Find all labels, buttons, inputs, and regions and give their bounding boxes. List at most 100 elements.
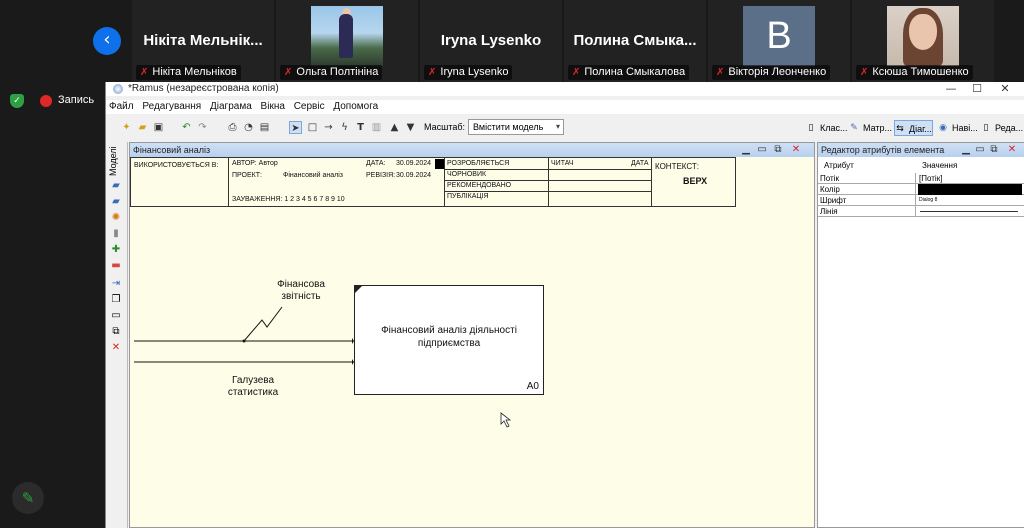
box-tool-icon[interactable]: □: [306, 121, 319, 134]
add-icon[interactable]: ✚: [110, 244, 122, 256]
attribute-table: Атрибут Значення Потік [Потік] Колір Шри…: [818, 159, 1024, 217]
pointer-tool-icon[interactable]: ➤: [289, 121, 302, 134]
menu-edit[interactable]: Редагування: [142, 101, 201, 112]
link-icon[interactable]: ⇥: [110, 278, 122, 290]
windows-icon[interactable]: ❐: [110, 294, 122, 306]
go-down-icon[interactable]: ▼: [404, 121, 417, 134]
grid-tool-icon[interactable]: ▥: [370, 121, 383, 134]
panel-undock-icon[interactable]: ⧉: [772, 144, 784, 155]
attribute-row-line[interactable]: Лінія: [818, 206, 1024, 217]
menu-service[interactable]: Сервіс: [294, 101, 325, 112]
participant-tile[interactable]: Iryna Lysenko ✗ Iryna Lysenko: [420, 0, 562, 84]
ramus-window: *Ramus (незареєстрована копія) — ☐ ✕ Фай…: [105, 82, 1024, 528]
tab-editor[interactable]: ▯ Реда...: [981, 120, 1024, 136]
menu-bar: Файл Редагування Діаграма Вікна Сервіс Д…: [106, 100, 1024, 114]
settings-icon[interactable]: ✺: [110, 212, 122, 224]
menu-help[interactable]: Допомога: [333, 101, 378, 112]
participant-tile[interactable]: Полина Смыка... ✗ Полина Смыкалова: [564, 0, 706, 84]
tab-classes[interactable]: ▯ Клас...: [806, 120, 848, 136]
panel-minimize-icon[interactable]: ▁: [740, 144, 752, 155]
panel-minimize-icon[interactable]: ▁: [960, 144, 972, 155]
participant-label: ✗ Ольга Полтініна: [280, 65, 383, 80]
annotate-pencil-icon[interactable]: ✎: [12, 482, 44, 514]
panel-close-icon[interactable]: ✕: [790, 144, 802, 155]
menu-file[interactable]: Файл: [109, 101, 134, 112]
save-icon[interactable]: ▣: [152, 121, 165, 134]
open-model-icon[interactable]: ▰: [110, 180, 122, 192]
mic-muted-icon: ✗: [716, 67, 725, 78]
line-style-value[interactable]: [918, 206, 1022, 217]
print-preview-icon[interactable]: ◔: [242, 121, 255, 134]
remove-icon[interactable]: ▬: [110, 260, 122, 272]
matrix-icon: ✎: [850, 123, 858, 133]
participant-tile[interactable]: В ✗ Вікторія Леонченко: [708, 0, 850, 84]
attribute-row-flow[interactable]: Потік [Потік]: [818, 173, 1024, 184]
attribute-panel-title: Редактор атрибутів елемента: [821, 145, 945, 155]
chevron-down-icon: ▾: [555, 122, 560, 131]
window-icon[interactable]: ▭: [110, 310, 122, 322]
mic-muted-icon: ✗: [860, 67, 869, 78]
panel-maximize-icon[interactable]: ▭: [974, 144, 986, 155]
page-setup-icon[interactable]: ▤: [258, 121, 271, 134]
record-label[interactable]: Запись: [58, 94, 94, 106]
print-icon[interactable]: ⎙: [226, 121, 239, 134]
save-model-icon[interactable]: ▰: [110, 196, 122, 208]
attribute-table-header: Атрибут Значення: [818, 159, 1024, 173]
mic-muted-icon: ✗: [284, 67, 293, 78]
open-folder-icon[interactable]: ▰: [136, 121, 149, 134]
delete-icon[interactable]: ▮: [110, 228, 122, 240]
maximize-icon[interactable]: ☐: [964, 82, 990, 96]
tab-matrix[interactable]: ✎ Матр...: [849, 120, 892, 136]
models-panel-label[interactable]: Моделі: [108, 146, 124, 176]
attribute-editor-panel: Редактор атрибутів елемента ▁ ▭ ⧉ ✕ Атри…: [817, 142, 1024, 528]
record-icon[interactable]: [40, 95, 52, 107]
zoom-label: Масштаб:: [424, 122, 466, 132]
new-icon[interactable]: ✦: [120, 121, 133, 134]
minimize-icon[interactable]: —: [938, 82, 964, 96]
arrow-financial-reports[interactable]: [134, 306, 354, 344]
zoom-select[interactable]: Вмістити модель ▾: [468, 119, 564, 135]
text-tool-icon[interactable]: T: [354, 121, 367, 134]
mic-muted-icon: ✗: [140, 67, 149, 78]
arrow-industry-statistics[interactable]: [134, 359, 354, 365]
participant-video: [311, 6, 383, 66]
back-arrow-icon[interactable]: ‹: [93, 27, 121, 55]
window-title: *Ramus (незареєстрована копія): [128, 83, 279, 94]
close-icon[interactable]: ✕: [992, 82, 1018, 96]
menu-diagram[interactable]: Діаграма: [210, 101, 252, 112]
activity-box-a0[interactable]: Фінансовий аналіз діяльності підприємств…: [354, 285, 544, 395]
tab-diagrams[interactable]: ⇆ Діаг...: [894, 120, 933, 136]
participant-tile[interactable]: Нікіта Мельнік... ✗ Нікіта Мельніков: [132, 0, 274, 84]
attribute-panel-header: Редактор атрибутів елемента ▁ ▭ ⧉ ✕: [818, 143, 1024, 157]
column-attribute: Атрибут: [824, 161, 854, 170]
mic-muted-icon: ✗: [572, 67, 581, 78]
undo-icon[interactable]: ↶: [180, 121, 193, 134]
close-icon[interactable]: ✕: [110, 342, 122, 354]
color-swatch[interactable]: [918, 184, 1022, 195]
arrow-label-industry-statistics[interactable]: Галузева статистика: [222, 375, 284, 399]
arrow-label-financial-reports[interactable]: Фінансова звітність: [270, 279, 332, 303]
squiggle-tool-icon[interactable]: ϟ: [338, 121, 351, 134]
attribute-row-font[interactable]: Шрифт Dialog 8: [818, 195, 1024, 206]
panel-close-icon[interactable]: ✕: [1006, 144, 1018, 155]
menu-windows[interactable]: Вікна: [261, 101, 285, 112]
tab-navigator[interactable]: ◉ Наві...: [938, 120, 978, 136]
participant-video: [887, 6, 959, 66]
participant-label: ✗ Нікіта Мельніков: [136, 65, 241, 80]
toolbar: ✦ ▰ ▣ ↶ ↷ ⎙ ◔ ▤ ➤ □ → ϟ T ▥ ▲ ▼ Масштаб:…: [106, 118, 1024, 138]
panel-undock-icon[interactable]: ⧉: [988, 144, 1000, 155]
editor-icon: ▯: [983, 123, 989, 133]
redo-icon[interactable]: ↷: [196, 121, 209, 134]
participant-label: ✗ Ксюша Тимошенко: [856, 65, 973, 80]
diagram-canvas[interactable]: ВИКОРИСТОВУЄТЬСЯ В: АВТОР: Автор ПРОЕКТ:…: [130, 157, 814, 527]
arrow-tool-icon[interactable]: →: [322, 121, 335, 134]
participant-tile[interactable]: ✗ Ксюша Тимошенко: [852, 0, 994, 84]
participant-label: ✗ Полина Смыкалова: [568, 65, 690, 80]
go-up-icon[interactable]: ▲: [388, 121, 401, 134]
activity-node-number: A0: [526, 381, 539, 392]
export-icon[interactable]: ⧉: [110, 326, 122, 338]
panel-maximize-icon[interactable]: ▭: [756, 144, 768, 155]
security-shield-icon[interactable]: ✓: [10, 94, 24, 108]
participant-tile[interactable]: ✗ Ольга Полтініна: [276, 0, 418, 84]
attribute-row-color[interactable]: Колір: [818, 184, 1024, 195]
